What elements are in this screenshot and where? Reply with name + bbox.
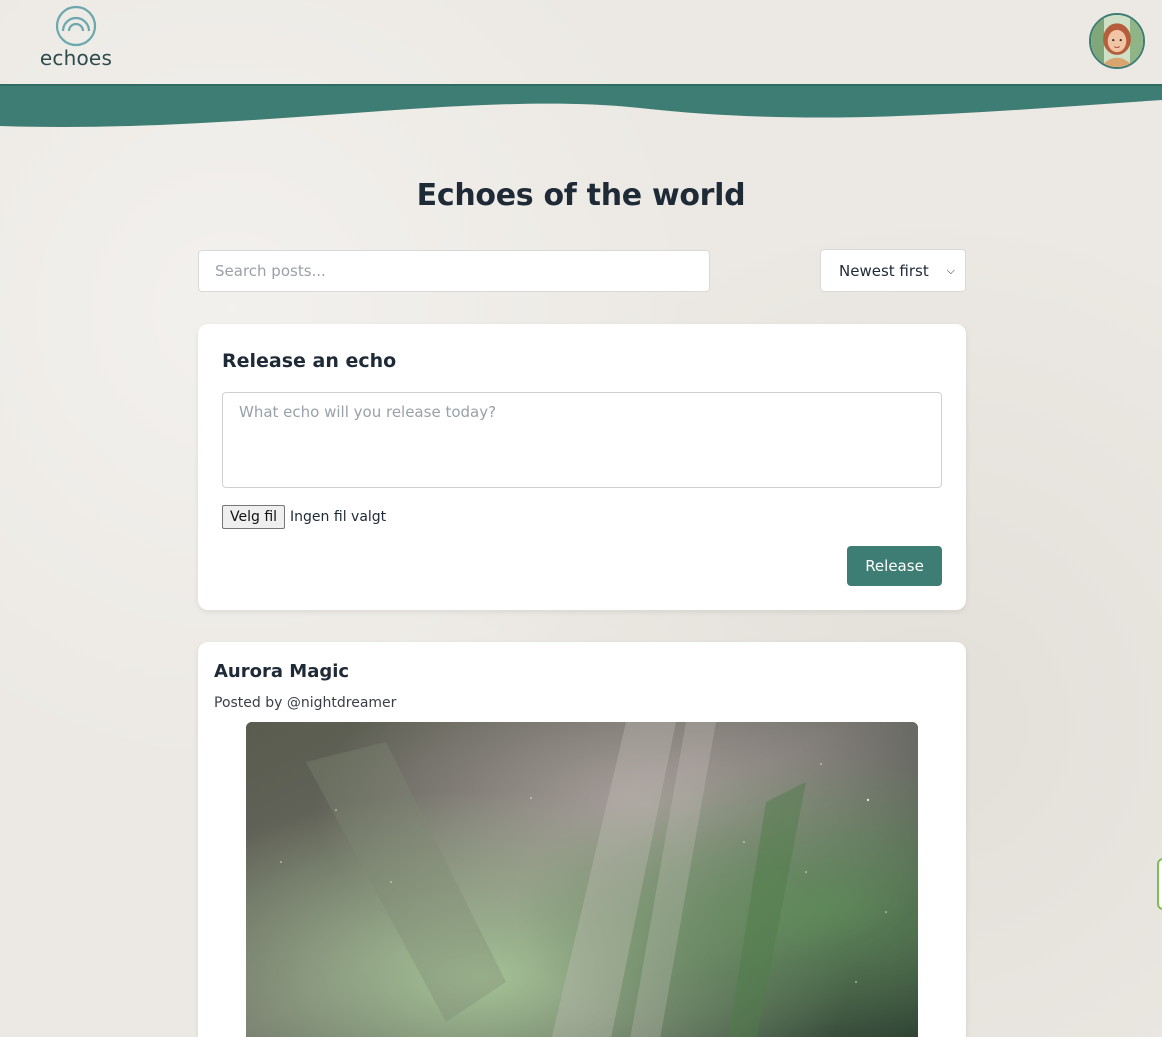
search-input[interactable]: [198, 250, 710, 292]
post-card: Aurora Magic Posted by @nightdreamer: [198, 642, 966, 1037]
choose-file-button[interactable]: Velg fil: [222, 505, 286, 529]
side-feedback-tab[interactable]: [1157, 858, 1162, 910]
logo-text: echoes: [39, 46, 113, 70]
release-button[interactable]: Release: [847, 546, 942, 586]
file-picker: Velg fil Ingen fil valgt: [222, 505, 386, 529]
post-author: Posted by @nightdreamer: [214, 695, 397, 711]
post-title[interactable]: Aurora Magic: [214, 661, 349, 682]
echo-textarea[interactable]: What echo will you release today?: [222, 392, 942, 488]
aurora-image: [246, 722, 918, 1037]
page-title: Echoes of the world: [416, 178, 746, 213]
site-header: echoes: [0, 0, 1162, 86]
sort-select[interactable]: Newest first ⌵: [820, 249, 966, 292]
user-avatar-icon: [1091, 15, 1143, 67]
release-echo-card: Release an echo What echo will you relea…: [198, 324, 966, 610]
sort-select-value: Newest first: [839, 261, 929, 280]
logo[interactable]: echoes: [36, 4, 116, 74]
post-image[interactable]: [246, 722, 918, 1037]
release-card-title: Release an echo: [222, 350, 397, 372]
user-avatar[interactable]: [1089, 13, 1145, 69]
file-status: Ingen fil valgt: [290, 509, 387, 525]
chevron-down-icon: ⌵: [946, 263, 955, 277]
echoes-arc-logo-icon: [55, 5, 97, 47]
header-wave: [0, 84, 1162, 127]
